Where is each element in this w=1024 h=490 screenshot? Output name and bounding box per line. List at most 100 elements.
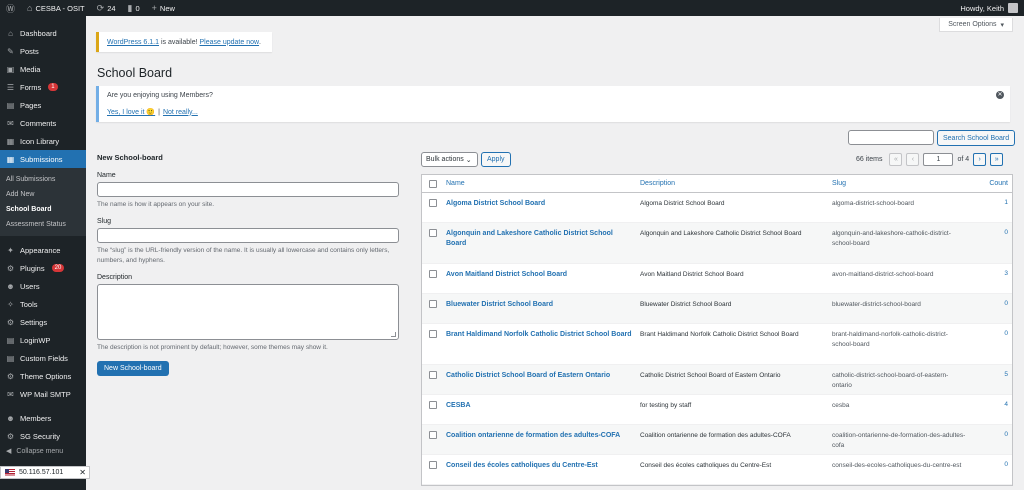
row-description: Algonquin and Lakeshore Catholic Distric…	[640, 230, 802, 237]
row-count-link[interactable]: 3	[970, 264, 1012, 293]
row-checkbox[interactable]	[429, 431, 437, 439]
row-name-link[interactable]: Conseil des écoles catholiques du Centre…	[444, 455, 638, 484]
name-input[interactable]	[97, 182, 399, 197]
sidebar-item-comments[interactable]: ✉ Comments	[0, 114, 86, 132]
column-description[interactable]: Description	[638, 180, 830, 187]
sidebar-item-pages[interactable]: ▤ Pages	[0, 96, 86, 114]
sidebar-item-appearance[interactable]: ✦ Appearance	[0, 241, 86, 259]
members-icon: ☻	[6, 413, 15, 423]
sidebar-item-media[interactable]: ▣ Media	[0, 60, 86, 78]
items-count: 66 items	[856, 156, 883, 163]
collapse-menu[interactable]: ◀ Collapse menu	[0, 445, 86, 457]
update-now-link[interactable]: Please update now	[199, 39, 259, 46]
row-checkbox[interactable]	[429, 199, 437, 207]
row-count-link[interactable]: 1	[970, 193, 1012, 222]
wordpress-logo-icon[interactable]: Ⓦ	[0, 0, 21, 16]
screen-options-button[interactable]: Screen Options ▾	[939, 18, 1013, 32]
submenu-item-add-new[interactable]: Add New	[0, 187, 86, 202]
site-name-link[interactable]: ⌂ CESBA - OSIT	[21, 0, 91, 16]
sidebar-item-users[interactable]: ☻ Users	[0, 277, 86, 295]
sidebar-item-plugins[interactable]: ⚙ Plugins 20	[0, 259, 86, 277]
row-count-link[interactable]: 5	[970, 365, 1012, 394]
menu-extra: ☻ Members ⚙ SG Security	[0, 409, 86, 445]
row-checkbox[interactable]	[429, 300, 437, 308]
comments-link[interactable]: ▮ 0	[122, 0, 146, 16]
search-input[interactable]	[848, 130, 934, 145]
search-school-board-button[interactable]: Search School Board	[937, 130, 1016, 146]
sidebar-item-members[interactable]: ☻ Members	[0, 409, 86, 427]
submenu-item-all-submissions[interactable]: All Submissions	[0, 172, 86, 187]
row-count-link[interactable]: 4	[970, 395, 1012, 424]
row-checkbox[interactable]	[429, 401, 437, 409]
row-name-link[interactable]: Bluewater District School Board	[444, 294, 638, 323]
ip-indicator: 50.116.57.101 ✕	[0, 466, 90, 479]
select-all-checkbox[interactable]	[429, 179, 437, 188]
sidebar-item-dashboard[interactable]: ⌂ Dashboard	[0, 24, 86, 42]
sidebar-item-icon-library[interactable]: ▦ Icon Library	[0, 132, 86, 150]
sidebar-item-settings[interactable]: ⚙ Settings	[0, 313, 86, 331]
tools-icon: ✧	[7, 299, 14, 309]
row-count-link[interactable]: 0	[970, 425, 1012, 454]
close-icon[interactable]: ✕	[79, 468, 89, 477]
row-name-link[interactable]: Algonquin and Lakeshore Catholic Distric…	[444, 223, 638, 263]
comments-icon: ✉	[7, 118, 14, 128]
slug-label: Slug	[97, 218, 112, 225]
yes-love-it-link[interactable]: Yes, I love it 🙂	[107, 108, 155, 116]
wordpress-version-link[interactable]: WordPress 6.1.1	[107, 39, 159, 46]
column-name[interactable]: Name	[444, 180, 638, 187]
row-slug: brant-haldimand-norfolk-catholic-distric…	[832, 331, 948, 348]
slug-input[interactable]	[97, 228, 399, 243]
row-name-link[interactable]: Catholic District School Board of Easter…	[444, 365, 638, 394]
members-notice: Are you enjoying using Members? Yes, I l…	[96, 86, 1010, 122]
row-checkbox[interactable]	[429, 270, 437, 278]
row-name-link[interactable]: Coalition ontarienne de formation des ad…	[444, 425, 638, 454]
row-name-link[interactable]: Avon Maitland District School Board	[444, 264, 638, 293]
dismiss-icon[interactable]: ✕	[996, 91, 1004, 99]
sidebar-item-submissions[interactable]: ▦ Submissions	[0, 150, 86, 168]
row-name-link[interactable]: Algoma District School Board	[444, 193, 638, 222]
row-checkbox[interactable]	[429, 461, 437, 469]
table-row: Brant Haldimand Norfolk Catholic Distric…	[422, 324, 1012, 365]
table-row: Algonquin and Lakeshore Catholic Distric…	[422, 223, 1012, 264]
row-count-link[interactable]: 0	[970, 294, 1012, 323]
new-content-link[interactable]: + New	[146, 0, 181, 16]
bulk-actions-select[interactable]: Bulk actions ⌄	[421, 152, 478, 167]
sidebar-item-forms[interactable]: ☰ Forms 1	[0, 78, 86, 96]
sidebar-item-custom-fields[interactable]: ▤ Custom Fields	[0, 349, 86, 367]
sg-security-icon: ⚙	[6, 431, 15, 441]
sidebar-item-label: WP Mail SMTP	[20, 389, 71, 399]
column-count[interactable]: Count	[970, 180, 1012, 187]
row-name-link[interactable]: Brant Haldimand Norfolk Catholic Distric…	[444, 324, 638, 364]
description-textarea[interactable]	[97, 284, 399, 340]
apply-button[interactable]: Apply	[481, 152, 511, 167]
sidebar-item-wp-mail-smtp[interactable]: ✉ WP Mail SMTP	[0, 385, 86, 403]
row-checkbox[interactable]	[429, 229, 437, 237]
sidebar-item-theme-options[interactable]: ⚙ Theme Options	[0, 367, 86, 385]
submenu-item-assessment-status[interactable]: Assessment Status	[0, 217, 86, 232]
sidebar-item-label: Pages	[20, 100, 42, 110]
last-page-button[interactable]: »	[990, 153, 1004, 166]
not-really-link[interactable]: Not really...	[163, 109, 198, 116]
submenu-item-school-board[interactable]: School Board	[0, 202, 86, 217]
theme-options-icon: ⚙	[6, 371, 15, 381]
row-count-link[interactable]: 0	[970, 223, 1012, 263]
row-count-link[interactable]: 0	[970, 324, 1012, 364]
next-page-button[interactable]: ›	[973, 153, 987, 166]
current-page-input[interactable]: 1	[923, 153, 954, 166]
sidebar-item-loginwp[interactable]: ▤ LoginWP	[0, 331, 86, 349]
row-checkbox[interactable]	[429, 371, 437, 379]
column-slug[interactable]: Slug	[830, 180, 970, 187]
row-description: Avon Maitland District School Board	[640, 271, 744, 278]
resize-handle-icon[interactable]	[391, 332, 396, 337]
row-count-link[interactable]: 0	[970, 455, 1012, 484]
sidebar-item-sg-security[interactable]: ⚙ SG Security	[0, 427, 86, 445]
table-row: Coalition ontarienne de formation des ad…	[422, 425, 1012, 455]
updates-link[interactable]: ⟳ 24	[91, 0, 122, 16]
new-school-board-button[interactable]: New School-board	[97, 361, 169, 376]
sidebar-item-posts[interactable]: ✎ Posts	[0, 42, 86, 60]
row-name-link[interactable]: CESBA	[444, 395, 638, 424]
sidebar-item-tools[interactable]: ✧ Tools	[0, 295, 86, 313]
my-account[interactable]: Howdy, Keith	[960, 3, 1024, 13]
row-checkbox[interactable]	[429, 330, 437, 338]
dashboard-icon: ⌂	[8, 28, 13, 38]
